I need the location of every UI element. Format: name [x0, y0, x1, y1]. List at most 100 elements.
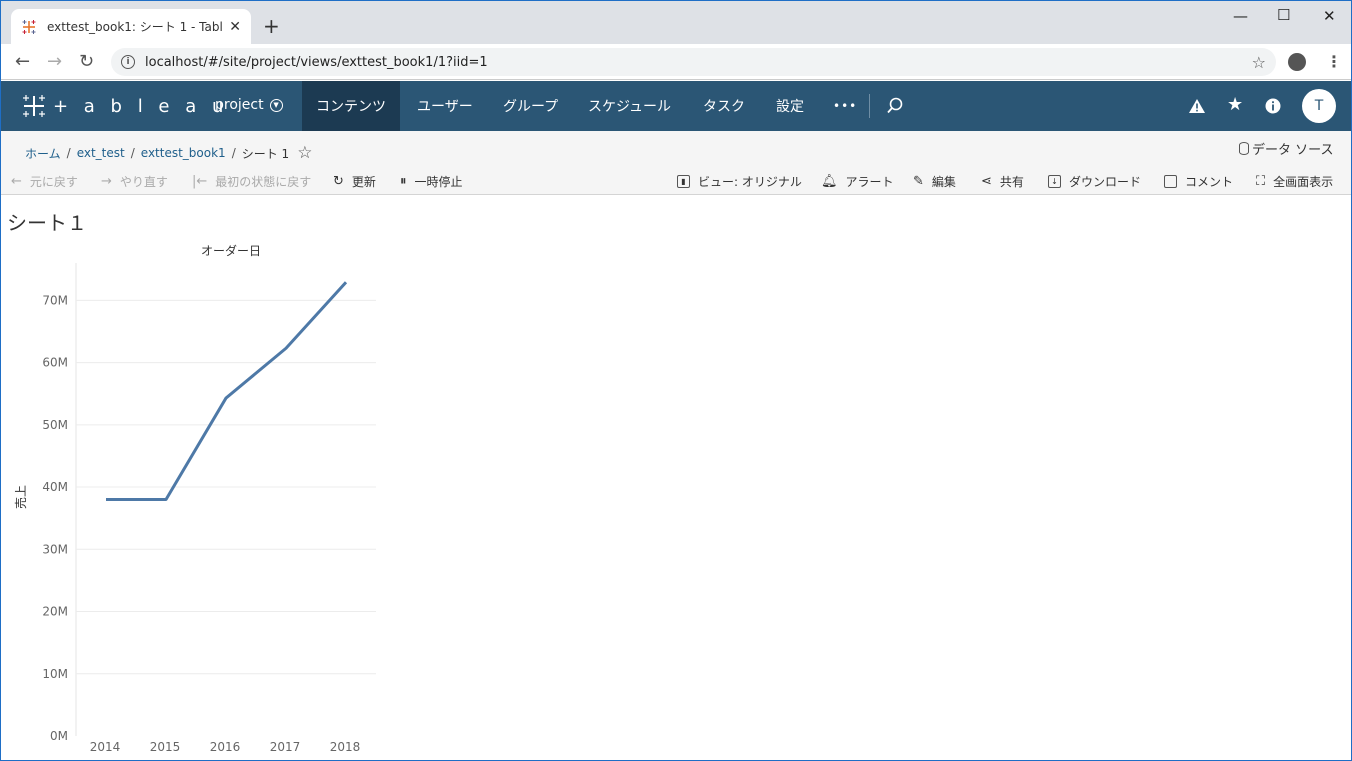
search-icon[interactable]: [886, 97, 904, 115]
breadcrumb-workbook[interactable]: exttest_book1: [141, 146, 226, 160]
fullscreen-button[interactable]: ⛶ 全画面表示: [1256, 173, 1333, 190]
database-icon: [1239, 142, 1249, 155]
breadcrumb-project[interactable]: ext_test: [77, 146, 125, 160]
chart[interactable]: オーダー日 売上 0M 10M 20M 30M 40M 50M 60M 70M 2014 201…: [1, 239, 391, 759]
window-close-icon[interactable]: ✕: [1323, 7, 1336, 25]
info-icon[interactable]: [1265, 98, 1281, 114]
new-tab-icon[interactable]: +: [263, 14, 280, 38]
browser-tab[interactable]: exttest_book1: シート 1 - Tableau S ✕: [11, 9, 251, 44]
pause-icon: ⏸: [400, 174, 407, 189]
alert-button[interactable]: 🔔︎ アラート: [821, 173, 894, 190]
nav-groups[interactable]: グループ: [489, 81, 572, 131]
browser-tab-title: exttest_book1: シート 1 - Tableau S: [47, 20, 223, 34]
comment-button[interactable]: コメント: [1164, 173, 1233, 190]
fullscreen-icon: ⛶: [1256, 174, 1266, 189]
view-button[interactable]: ▮ ビュー: オリジナル: [677, 173, 802, 190]
y-axis-label: 売上: [13, 485, 28, 509]
tableau-logo-icon: [23, 95, 45, 117]
tableau-logo[interactable]: + a b l e a u: [21, 93, 228, 119]
download-icon: ↓: [1048, 175, 1061, 188]
avatar[interactable]: T: [1302, 89, 1336, 123]
nav-settings[interactable]: 設定: [762, 81, 818, 131]
warning-icon[interactable]: [1188, 98, 1206, 114]
y-tick-label: 10M: [42, 667, 68, 681]
nav-more[interactable]: •••: [819, 81, 871, 131]
data-point[interactable]: [162, 496, 170, 504]
line-chart-svg[interactable]: オーダー日 売上 0M 10M 20M 30M 40M 50M 60M 70M 2014 201…: [1, 239, 391, 759]
y-tick-label: 20M: [42, 605, 68, 619]
y-tick-label: 70M: [42, 293, 68, 307]
share-button[interactable]: ⋖ 共有: [981, 173, 1024, 190]
data-point[interactable]: [222, 394, 230, 402]
minimize-icon[interactable]: —: [1233, 7, 1248, 25]
data-point[interactable]: [102, 496, 110, 504]
bookmark-star-icon[interactable]: ☆: [1252, 53, 1266, 72]
project-selector-label: project: [215, 97, 264, 113]
browser-menu-icon[interactable]: ⋮: [1326, 52, 1342, 71]
download-label: ダウンロード: [1069, 175, 1142, 189]
share-icon: ⋖: [981, 174, 992, 189]
y-tick-label: 0M: [50, 729, 68, 743]
url-field[interactable]: i localhost/#/site/project/views/exttest…: [111, 48, 1276, 76]
breadcrumb-separator: /: [231, 146, 236, 160]
favorite-star-icon[interactable]: ☆: [297, 143, 312, 163]
nav-content[interactable]: コンテンツ: [302, 81, 400, 131]
alert-label: アラート: [845, 175, 894, 189]
refresh-button[interactable]: ↻ 更新: [333, 173, 376, 190]
chart-title: オーダー日: [201, 243, 261, 258]
undo-button[interactable]: ← 元に戻す: [11, 173, 78, 190]
redo-button[interactable]: → やり直す: [101, 173, 168, 190]
y-tick-label: 50M: [42, 418, 68, 432]
avatar-letter: T: [1314, 98, 1324, 114]
data-point[interactable]: [342, 278, 350, 286]
breadcrumb: ホーム / ext_test / exttest_book1 / シート 1 ☆: [25, 143, 312, 163]
chevron-down-icon: ▼: [269, 98, 283, 112]
share-label: 共有: [999, 175, 1024, 189]
x-tick-label: 2018: [330, 740, 361, 754]
revert-button[interactable]: |← 最初の状態に戻す: [192, 173, 311, 190]
pause-button[interactable]: ⏸ 一時停止: [400, 173, 463, 190]
redo-label: やり直す: [119, 175, 168, 189]
x-tick-label: 2017: [270, 740, 301, 754]
nav-tasks[interactable]: タスク: [689, 81, 759, 131]
y-tick-label: 30M: [42, 542, 68, 556]
nav-settings-label: 設定: [776, 99, 804, 115]
pause-label: 一時停止: [414, 175, 463, 189]
tableau-header: + a b l e a u project ▼ コンテンツ ユーザー グループ …: [1, 81, 1351, 131]
data-point[interactable]: [282, 344, 290, 352]
profile-icon[interactable]: [1288, 53, 1306, 71]
project-selector[interactable]: project ▼: [215, 97, 283, 113]
tableau-favicon-icon: [22, 19, 36, 34]
forward-arrow-icon[interactable]: →: [47, 51, 62, 72]
favorites-star-icon[interactable]: ★: [1227, 94, 1243, 115]
sales-line[interactable]: [106, 281, 348, 501]
view-chart-icon: ▮: [677, 175, 690, 188]
breadcrumb-current: シート 1: [241, 146, 290, 161]
refresh-label: 更新: [351, 175, 376, 189]
site-info-icon[interactable]: i: [121, 55, 135, 69]
nav-tasks-label: タスク: [703, 99, 745, 115]
breadcrumb-home[interactable]: ホーム: [25, 145, 61, 162]
reload-icon[interactable]: ↻: [79, 51, 94, 72]
nav-schedules-label: スケジュール: [588, 99, 672, 115]
redo-arrow-icon: →: [101, 174, 112, 189]
more-icon: •••: [833, 99, 858, 113]
back-arrow-icon[interactable]: ←: [15, 51, 30, 72]
y-tick-label: 40M: [42, 480, 68, 494]
edit-button[interactable]: ✎ 編集: [913, 173, 956, 190]
close-tab-icon[interactable]: ✕: [229, 19, 241, 35]
breadcrumb-separator: /: [130, 146, 135, 160]
url-text: localhost/#/site/project/views/exttest_b…: [145, 54, 488, 70]
data-source-button[interactable]: データ ソース: [1239, 139, 1333, 158]
comment-icon: [1164, 175, 1177, 188]
browser-tabbar: exttest_book1: シート 1 - Tableau S ✕ + — ☐…: [1, 1, 1351, 44]
sheet-title: シート１: [7, 211, 87, 235]
tableau-wordmark: + a b l e a u: [53, 95, 229, 117]
download-button[interactable]: ↓ ダウンロード: [1048, 173, 1141, 190]
nav-users[interactable]: ユーザー: [403, 81, 487, 131]
maximize-icon[interactable]: ☐: [1277, 6, 1290, 24]
comment-label: コメント: [1185, 175, 1234, 189]
browser-addressbar: ← → ↻ i localhost/#/site/project/views/e…: [1, 44, 1351, 80]
revert-label: 最初の状態に戻す: [215, 175, 312, 189]
nav-schedules[interactable]: スケジュール: [574, 81, 685, 131]
